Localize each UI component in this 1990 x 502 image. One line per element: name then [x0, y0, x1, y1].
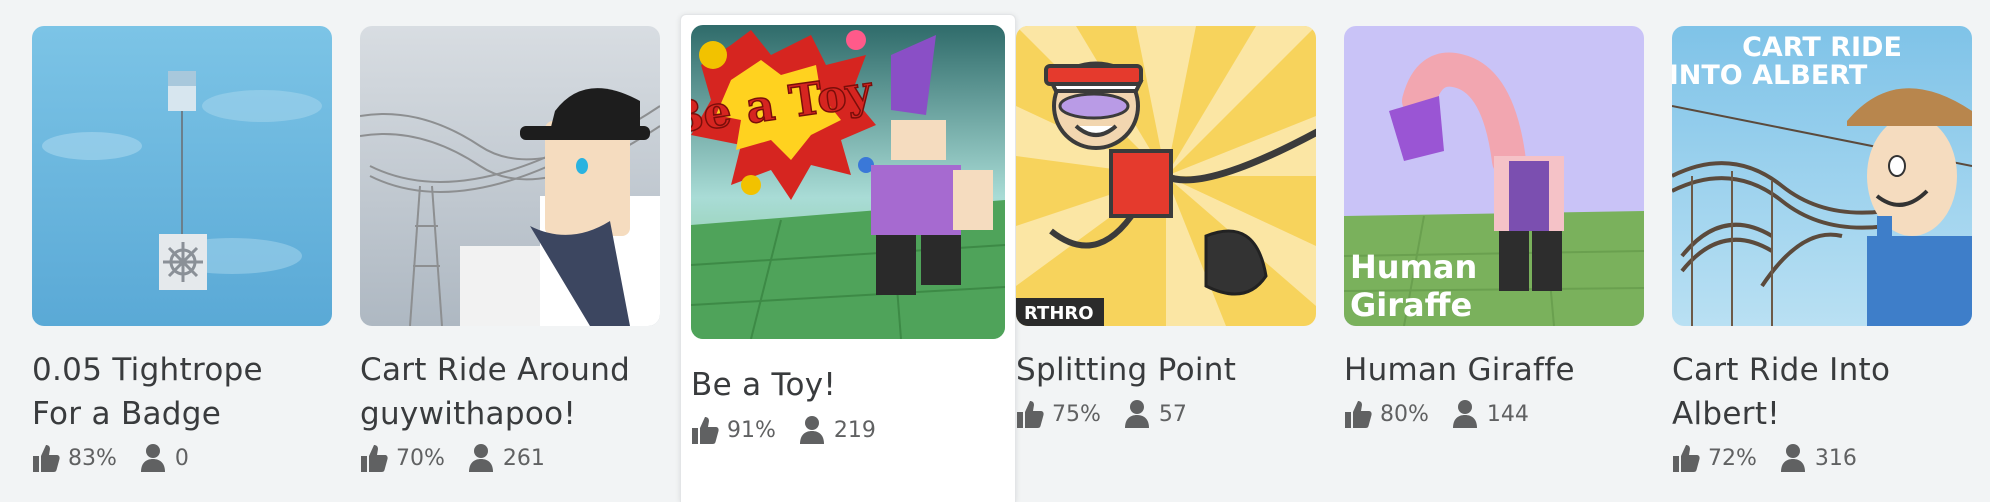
game-stats: 83% 0 — [32, 441, 189, 475]
thumbnail-badge: RTHRO — [1024, 303, 1094, 324]
game-thumbnail[interactable] — [360, 26, 660, 326]
thumbnail-text: Giraffe — [1350, 286, 1472, 324]
game-stats: 70% 261 — [360, 441, 545, 475]
game-stats: 72% 316 — [1672, 441, 1857, 475]
rating-value: 72% — [1708, 445, 1757, 471]
game-thumbnail[interactable]: Be a Toy — [691, 25, 1005, 339]
thumbs-up-icon — [691, 415, 719, 445]
game-title-line: Splitting Point — [1016, 352, 1237, 388]
thumbs-up-icon — [32, 443, 60, 473]
game-thumbnail[interactable]: Human Giraffe — [1344, 26, 1644, 326]
rating-value: 83% — [68, 445, 117, 471]
player-count: 57 — [1158, 401, 1187, 427]
rating-value: 70% — [396, 445, 445, 471]
game-title[interactable]: Splitting Point — [1016, 348, 1326, 392]
game-title-line: Human Giraffe — [1344, 352, 1575, 388]
game-card-splitting-point[interactable]: RTHRO Splitting Point 75% 57 — [1016, 0, 1316, 502]
game-thumbnail[interactable]: CART RIDE INTO ALBERT — [1672, 26, 1972, 326]
game-title[interactable]: Cart Ride Into Albert! — [1672, 348, 1982, 436]
player-count: 144 — [1486, 401, 1529, 427]
player-count: 261 — [502, 445, 545, 471]
game-card-be-a-toy[interactable]: Be a Toy Be a Toy! 91% 219 — [680, 14, 1016, 502]
rating-value: 80% — [1380, 401, 1429, 427]
player-icon — [798, 415, 826, 445]
player-icon — [1451, 399, 1479, 429]
thumbnail-text: INTO ALBERT — [1672, 60, 1868, 91]
player-icon — [1123, 399, 1151, 429]
game-title-line: Cart Ride Around — [360, 352, 631, 388]
game-title[interactable]: Cart Ride Around guywithapoo! — [360, 348, 670, 436]
game-title-line: Cart Ride Into — [1672, 352, 1891, 388]
player-count: 316 — [1814, 445, 1857, 471]
game-title[interactable]: Be a Toy! — [691, 363, 1001, 407]
thumbs-up-icon — [360, 443, 388, 473]
game-thumbnail[interactable] — [32, 26, 332, 326]
game-card-human-giraffe[interactable]: Human Giraffe Human Giraffe 80% 144 — [1344, 0, 1644, 502]
player-count: 219 — [833, 417, 876, 443]
game-card-cart-ride-around[interactable]: Cart Ride Around guywithapoo! 70% 261 — [360, 0, 660, 502]
game-title-line: For a Badge — [32, 396, 222, 432]
game-thumbnail[interactable]: RTHRO — [1016, 26, 1316, 326]
thumbnail-text: Human — [1350, 248, 1477, 286]
game-title[interactable]: 0.05 Tightrope For a Badge — [32, 348, 342, 436]
game-stats: 80% 144 — [1344, 397, 1529, 431]
player-count: 0 — [174, 445, 189, 471]
player-icon — [467, 443, 495, 473]
game-title-line: Albert! — [1672, 396, 1780, 432]
game-card-cart-ride-into-albert[interactable]: CART RIDE INTO ALBERT Cart Ride Into Alb… — [1672, 0, 1972, 502]
game-title-line: 0.05 Tightrope — [32, 352, 263, 388]
thumbnail-text: CART RIDE — [1742, 32, 1902, 63]
game-stats: 91% 219 — [691, 413, 876, 447]
thumbs-up-icon — [1344, 399, 1372, 429]
thumbs-up-icon — [1016, 399, 1044, 429]
player-icon — [139, 443, 167, 473]
game-title-line: guywithapoo! — [360, 396, 577, 432]
rating-value: 91% — [727, 417, 776, 443]
game-card-tightrope[interactable]: 0.05 Tightrope For a Badge 83% 0 — [32, 0, 332, 502]
thumbs-up-icon — [1672, 443, 1700, 473]
rating-value: 75% — [1052, 401, 1101, 427]
game-title-line: Be a Toy! — [691, 367, 837, 403]
player-icon — [1779, 443, 1807, 473]
game-stats: 75% 57 — [1016, 397, 1187, 431]
game-title[interactable]: Human Giraffe — [1344, 348, 1654, 392]
